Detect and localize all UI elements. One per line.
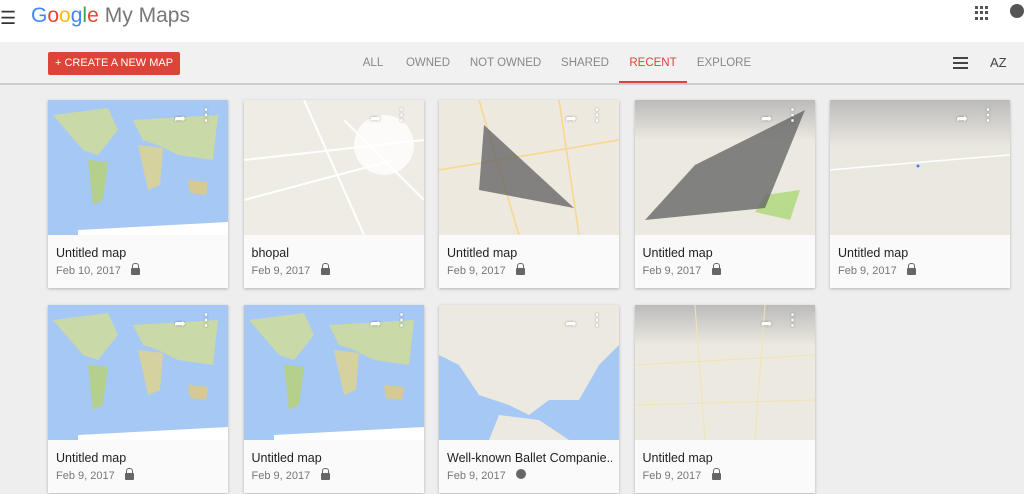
map-card[interactable]: ➦ ⋮ Untitled map Feb 10, 2017	[48, 100, 228, 288]
map-card[interactable]: ➦ ⋮ bhopal Feb 9, 2017	[243, 100, 424, 288]
more-vert-icon[interactable]: ⋮	[394, 108, 410, 124]
map-thumbnail[interactable]: ➦ ⋮	[48, 305, 228, 440]
map-card[interactable]: ➦ ⋮ Untitled map Feb 9, 2017	[830, 100, 1010, 288]
tab-explore[interactable]: EXPLORE	[694, 42, 754, 83]
tab-all[interactable]: ALL	[358, 42, 388, 83]
more-vert-icon[interactable]: ⋮	[980, 108, 996, 124]
app-name: My Maps	[104, 4, 190, 27]
share-icon[interactable]: ➦	[761, 110, 773, 127]
map-title[interactable]: bhopal	[252, 246, 417, 260]
map-date: Feb 9, 2017	[642, 470, 702, 482]
map-date: Feb 9, 2017	[56, 470, 115, 482]
more-vert-icon[interactable]: ⋮	[394, 313, 410, 329]
map-thumbnail[interactable]: ➦ ⋮	[243, 100, 424, 235]
logo[interactable]: Google My Maps	[31, 4, 190, 28]
share-icon[interactable]: ➦	[565, 315, 577, 332]
sort-az-icon[interactable]: AZ	[990, 55, 1007, 70]
map-thumbnail[interactable]: ➦ ⋮	[48, 100, 228, 235]
map-thumbnail[interactable]: ➦ ⋮	[634, 305, 815, 440]
map-date: Feb 9, 2017	[447, 265, 506, 277]
lock-icon	[711, 263, 721, 275]
lock-icon	[131, 263, 140, 275]
map-thumbnail[interactable]: ➦ ⋮	[830, 100, 1010, 235]
map-title[interactable]: Untitled map	[838, 246, 1003, 260]
map-thumbnail[interactable]: ➦ ⋮	[634, 100, 815, 235]
map-card[interactable]: ➦ ⋮ Untitled map Feb 9, 2017	[634, 100, 815, 288]
more-vert-icon[interactable]: ⋮	[589, 108, 605, 124]
notifications-icon[interactable]	[1010, 4, 1024, 18]
map-title[interactable]: Untitled map	[447, 246, 612, 260]
share-icon[interactable]: ➦	[761, 315, 773, 332]
more-vert-icon[interactable]: ⋮	[198, 313, 214, 329]
toolbar: + CREATE A NEW MAP ALL OWNED NOT OWNED S…	[0, 42, 1024, 85]
tab-shared[interactable]: SHARED	[558, 42, 612, 83]
lock-icon	[516, 263, 525, 275]
map-title[interactable]: Untitled map	[56, 246, 221, 260]
share-icon[interactable]: ➦	[370, 110, 382, 127]
map-thumbnail[interactable]: ➦ ⋮	[243, 305, 424, 440]
share-icon[interactable]: ➦	[174, 110, 186, 127]
hamburger-icon[interactable]: ☰	[0, 8, 16, 29]
globe-icon	[516, 469, 526, 479]
lock-icon	[320, 263, 330, 275]
map-date: Feb 9, 2017	[251, 265, 311, 277]
share-icon[interactable]: ➦	[956, 110, 968, 127]
lock-icon	[711, 468, 721, 480]
map-date: Feb 9, 2017	[251, 470, 311, 482]
share-icon[interactable]: ➦	[174, 315, 186, 332]
list-view-icon[interactable]	[953, 57, 968, 69]
create-map-button[interactable]: + CREATE A NEW MAP	[48, 52, 181, 75]
tab-recent[interactable]: RECENT	[619, 42, 687, 83]
map-thumbnail[interactable]: ➦ ⋮	[439, 305, 619, 440]
map-date: Feb 9, 2017	[642, 265, 702, 277]
grid-apps-icon[interactable]	[975, 6, 989, 20]
more-vert-icon[interactable]: ⋮	[198, 108, 214, 124]
lock-icon	[320, 468, 330, 480]
map-date: Feb 9, 2017	[838, 265, 897, 277]
map-card[interactable]: ➦ ⋮ Untitled map Feb 9, 2017	[243, 305, 424, 493]
map-date: Feb 10, 2017	[56, 265, 121, 277]
tab-owned[interactable]: OWNED	[403, 42, 453, 83]
app-header: ☰ Google My Maps	[0, 0, 1024, 42]
lock-icon	[125, 468, 134, 480]
map-card[interactable]: ➦ ⋮ Untitled map Feb 9, 2017	[439, 100, 619, 288]
map-title[interactable]: Untitled map	[252, 451, 417, 465]
map-card[interactable]: ➦ ⋮ Untitled map Feb 9, 2017	[48, 305, 228, 493]
more-vert-icon[interactable]: ⋮	[785, 313, 801, 329]
map-title[interactable]: Untitled map	[643, 451, 808, 465]
map-title[interactable]: Well-known Ballet Companie..	[447, 451, 612, 465]
tab-not-owned[interactable]: NOT OWNED	[468, 42, 543, 83]
map-card[interactable]: ➦ ⋮ Untitled map Feb 9, 2017	[634, 305, 815, 493]
more-vert-icon[interactable]: ⋮	[589, 313, 605, 329]
share-icon[interactable]: ➦	[565, 110, 577, 127]
map-title[interactable]: Untitled map	[643, 246, 808, 260]
map-thumbnail[interactable]: ➦ ⋮	[439, 100, 619, 235]
map-card[interactable]: ➦ ⋮ Well-known Ballet Companie.. Feb 9, …	[439, 305, 619, 493]
lock-icon	[907, 263, 916, 275]
more-vert-icon[interactable]: ⋮	[785, 108, 801, 124]
map-date: Feb 9, 2017	[447, 470, 506, 482]
share-icon[interactable]: ➦	[370, 315, 382, 332]
map-title[interactable]: Untitled map	[56, 451, 221, 465]
